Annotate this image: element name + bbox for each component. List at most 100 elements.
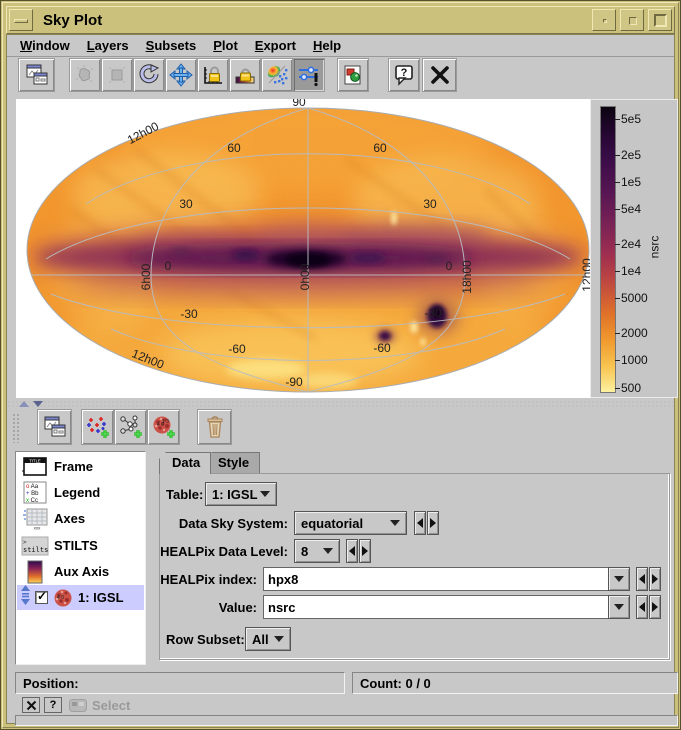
sky-plot-canvas[interactable]: 90 12h00 60 60 30 30 0 0 6h00 0h00 18h00… xyxy=(16,99,678,398)
tab-style[interactable]: Style xyxy=(205,452,260,474)
layer-label: Axes xyxy=(54,511,85,526)
restore-button[interactable] xyxy=(648,9,672,31)
add-healpix-layer-button[interactable]: 4 0 1 3 xyxy=(147,409,180,445)
spin-left-button[interactable] xyxy=(636,567,648,591)
splitter-collapse-up-icon[interactable] xyxy=(19,401,29,407)
svg-text:?: ? xyxy=(401,67,408,79)
window-menu-button[interactable] xyxy=(9,9,33,31)
toolbar-grip[interactable] xyxy=(12,413,21,443)
layer-item-axes[interactable]: xxx Axes xyxy=(17,506,144,531)
spin-right-button[interactable] xyxy=(427,511,439,535)
colorbar-gradient xyxy=(600,106,616,393)
split-pane-divider[interactable] xyxy=(7,400,674,408)
help-button[interactable]: ? xyxy=(388,58,420,92)
colorbar-tick: 2000 xyxy=(621,326,648,340)
window-title: Sky Plot xyxy=(43,12,590,29)
menu-help[interactable]: Help xyxy=(313,38,341,53)
sky-system-select[interactable]: equatorial xyxy=(294,511,407,535)
question-icon: ? xyxy=(50,699,57,711)
layers-list[interactable]: TITLE Frame o Aa + Bb x Cc Legend xyxy=(15,451,146,665)
rescale-button[interactable] xyxy=(133,58,165,92)
title-bar[interactable]: Sky Plot xyxy=(6,6,675,34)
healpix-level-label: HEALPix Data Level: xyxy=(160,544,288,559)
colorbar-tick: 500 xyxy=(621,381,641,395)
colorbar-tick: 5000 xyxy=(621,291,648,305)
grid-label-m30-right: -30 xyxy=(424,306,441,320)
square-disabled-icon xyxy=(106,64,128,86)
spin-left-button[interactable] xyxy=(636,595,648,619)
add-pair-layer-button[interactable] xyxy=(114,409,147,445)
checkmark-icon: ✓ xyxy=(37,589,47,603)
svg-text:4 0: 4 0 xyxy=(57,595,64,601)
colorbar-tick: 2e4 xyxy=(621,237,641,251)
add-position-layer-button[interactable] xyxy=(81,409,114,445)
layer-visible-checkbox[interactable]: ✓ xyxy=(35,591,48,604)
delete-layer-button[interactable] xyxy=(197,409,232,445)
maximize-button[interactable] xyxy=(620,9,644,31)
value-combo[interactable]: nsrc xyxy=(263,595,630,619)
value-label: Value: xyxy=(160,600,257,615)
layer-control-window-button[interactable] xyxy=(37,409,72,445)
layer-item-legend[interactable]: o Aa + Bb x Cc Legend xyxy=(17,480,144,505)
spin-right-button[interactable] xyxy=(649,567,661,591)
menu-layers[interactable]: Layers xyxy=(87,38,129,53)
layer-label: Frame xyxy=(54,459,93,474)
svg-text:x Cc: x Cc xyxy=(26,498,38,504)
minimize-button[interactable] xyxy=(592,9,616,31)
table-value: 1: IGSL xyxy=(212,487,258,502)
lock-axes-button[interactable] xyxy=(197,58,229,92)
value-spinner xyxy=(636,595,661,619)
spin-left-button[interactable] xyxy=(414,511,426,535)
legend-icon: o Aa + Bb x Cc xyxy=(20,481,50,504)
menu-plot[interactable]: Plot xyxy=(213,38,238,53)
table-label: Table: xyxy=(166,487,203,502)
blob-disabled-icon xyxy=(74,64,96,86)
layer-item-igsl[interactable]: ✓ 4 0 1: IGSL xyxy=(17,585,144,610)
colorbar-axis-label: nsrc xyxy=(647,236,661,259)
close-button[interactable] xyxy=(422,58,457,92)
plot-config-button[interactable] xyxy=(293,58,325,92)
value-value[interactable]: nsrc xyxy=(263,595,608,619)
sky-plot-window: Sky Plot Window Layers Subsets Plot Expo… xyxy=(0,0,681,730)
chevron-down-icon[interactable] xyxy=(608,595,630,619)
lock-aux-range-button[interactable] xyxy=(229,58,261,92)
menu-export[interactable]: Export xyxy=(255,38,296,53)
grid-label-m30-left: -30 xyxy=(180,307,197,321)
spin-left-button[interactable] xyxy=(346,539,358,563)
pan-arrows-icon xyxy=(169,63,193,87)
chevron-down-icon xyxy=(260,491,270,497)
export-image-button[interactable] xyxy=(337,58,369,92)
sliders-alert-icon xyxy=(297,63,321,87)
layer-item-aux-axis[interactable]: Aux Axis xyxy=(17,559,144,584)
healpix-index-combo[interactable]: hpx8 xyxy=(263,567,630,591)
reorder-layer-icon[interactable] xyxy=(20,584,31,611)
layer-item-frame[interactable]: TITLE Frame xyxy=(17,454,144,479)
spin-right-button[interactable] xyxy=(359,539,371,563)
chevron-down-icon[interactable] xyxy=(608,567,630,591)
spin-right-button[interactable] xyxy=(649,595,661,619)
layer-item-stilts[interactable]: > stilts STILTS xyxy=(17,533,144,558)
sky-map[interactable] xyxy=(16,99,590,398)
row-subset-select[interactable]: All xyxy=(245,627,291,651)
navigation-help-button[interactable]: ? xyxy=(44,697,62,713)
chevron-down-icon xyxy=(390,520,400,526)
svg-text:1 3: 1 3 xyxy=(162,419,169,425)
grid-label-0-left: 0 xyxy=(165,259,172,273)
healpix-level-select[interactable]: 8 xyxy=(294,539,340,563)
menu-window[interactable]: Window xyxy=(20,38,70,53)
grid-label-m60-left: -60 xyxy=(228,342,245,356)
splitter-collapse-down-icon[interactable] xyxy=(33,401,43,407)
cancel-navigation-button[interactable] xyxy=(22,697,40,713)
aux-lock-icon xyxy=(234,64,256,86)
healpix-index-value[interactable]: hpx8 xyxy=(263,567,608,591)
sketch-mode-button[interactable] xyxy=(261,58,293,92)
pair-links-plus-icon xyxy=(119,415,143,439)
grid-label-m90: -90 xyxy=(285,375,302,389)
tab-data[interactable]: Data xyxy=(159,452,211,474)
healpix-level-value: 8 xyxy=(301,544,308,559)
pan-mode-button[interactable] xyxy=(165,58,197,92)
table-select[interactable]: 1: IGSL xyxy=(205,482,277,506)
new-plot-window-button[interactable] xyxy=(18,58,55,92)
progress-strip xyxy=(15,715,678,726)
menu-subsets[interactable]: Subsets xyxy=(146,38,197,53)
